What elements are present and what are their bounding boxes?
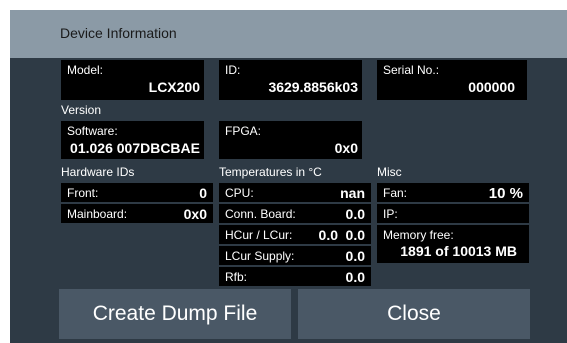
conn-board-label: Conn. Board: [225,207,296,221]
misc-fan-row: Fan: 10 % [377,183,529,202]
temp-rfb-row: Rfb: 0.0 [219,267,371,286]
memory-value: 1891 of 10013 MB [400,243,517,259]
fpga-value: 0x0 [334,140,358,156]
software-label: Software: [67,124,118,138]
mainboard-label: Mainboard: [67,207,128,221]
cpu-value: nan [340,185,365,201]
misc-memory-field: Memory free: 1891 of 10013 MB [377,225,529,263]
cpu-label: CPU: [225,186,254,200]
id-label: ID: [225,63,241,77]
id-field: ID: 3629.8856k03 [219,60,362,100]
front-value: 0 [199,185,207,201]
serial-field: Serial No.: 000000 [377,60,527,100]
memory-label: Memory free: [383,228,454,242]
fan-label: Fan: [383,186,408,200]
conn-board-value: 0.0 [345,206,365,222]
temp-conn-board-row: Conn. Board: 0.0 [219,204,371,223]
ip-label: IP: [383,207,398,221]
temperatures-heading: Temperatures in °C [219,165,322,179]
hardware-front-row: Front: 0 [61,183,213,202]
model-value: LCX200 [148,79,200,95]
software-value: 01.026 007DBCBAE [70,140,200,156]
hardware-ids-heading: Hardware IDs [61,165,135,179]
misc-ip-row: IP: [377,204,529,223]
serial-label: Serial No.: [383,63,440,77]
model-field: Model: LCX200 [61,60,204,100]
serial-value: 000000 [468,79,515,95]
fpga-field: FPGA: 0x0 [219,121,362,159]
create-dump-file-button[interactable]: Create Dump File [59,289,291,339]
fpga-label: FPGA: [225,124,262,138]
model-label: Model: [67,63,104,77]
misc-heading: Misc [377,165,402,179]
lcur-supply-label: LCur Supply: [225,249,295,263]
version-heading: Version [61,103,102,117]
temp-hcur-lcur-row: HCur / LCur: 0.0 0.0 [219,225,371,244]
temp-lcur-supply-row: LCur Supply: 0.0 [219,246,371,265]
hcur-lcur-label: HCur / LCur: [225,228,293,242]
close-button[interactable]: Close [298,289,530,339]
rfb-label: Rfb: [225,270,248,284]
hcur-value: 0.0 [318,227,338,243]
fan-value: 10 % [488,185,523,202]
temp-cpu-row: CPU: nan [219,183,371,202]
lcur-value: 0.0 [345,227,365,243]
dialog-title: Device Information [60,25,177,41]
front-label: Front: [67,186,99,200]
hardware-mainboard-row: Mainboard: 0x0 [61,204,213,223]
rfb-value: 0.0 [345,269,365,285]
lcur-supply-value: 0.0 [345,248,365,264]
mainboard-value: 0x0 [183,206,207,222]
software-field: Software: 01.026 007DBCBAE [61,121,204,159]
id-value: 3629.8856k03 [268,79,358,95]
